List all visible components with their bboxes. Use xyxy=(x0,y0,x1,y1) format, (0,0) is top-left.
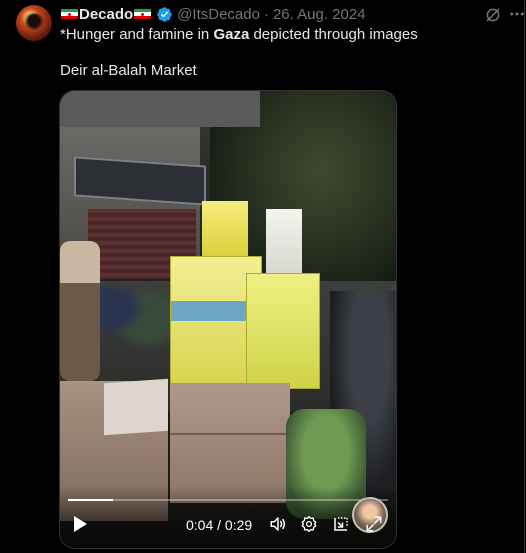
video-scene-box xyxy=(246,273,320,389)
author-name[interactable]: Decado xyxy=(79,6,133,23)
tweet-text-part: depicted through images xyxy=(249,26,418,43)
separator-dot: · xyxy=(263,5,269,23)
video-scene-box xyxy=(266,209,302,273)
video-scene-carton xyxy=(104,378,168,436)
tweet-text-location: Deir al-Balah Market xyxy=(60,62,197,79)
tweet-card[interactable]: Decado @ItsDecado · 26. Aug. 2024 *Hunge… xyxy=(0,0,525,553)
fullscreen-icon[interactable] xyxy=(365,515,383,533)
video-frame[interactable] xyxy=(60,91,396,548)
video-scene-person xyxy=(60,241,100,381)
video-progress-fill xyxy=(68,499,113,501)
more-icon[interactable] xyxy=(508,4,526,24)
play-icon[interactable] xyxy=(72,515,88,533)
video-scene-box xyxy=(202,201,248,259)
video-progress-bar[interactable] xyxy=(68,499,388,501)
video-scene-awning xyxy=(60,91,260,127)
tweet-text-bold: Gaza xyxy=(213,26,250,43)
settings-icon[interactable] xyxy=(300,515,318,533)
video-scene-carton xyxy=(170,383,290,503)
video-time: 0:04 / 0:29 xyxy=(186,517,253,533)
iran-flag-icon xyxy=(61,8,78,20)
video-player[interactable]: 0:04 / 0:29 xyxy=(59,90,397,549)
tweet-header: Decado @ItsDecado · 26. Aug. 2024 xyxy=(60,4,484,24)
tweet-text-part: *Hunger and famine in xyxy=(60,26,214,43)
author-avatar[interactable] xyxy=(16,5,52,41)
grok-icon[interactable] xyxy=(484,6,502,24)
volume-icon[interactable] xyxy=(268,515,288,533)
dock-video-icon[interactable] xyxy=(332,515,350,533)
verified-badge-icon xyxy=(157,6,172,22)
tweet-date[interactable]: 26. Aug. 2024 xyxy=(273,6,366,23)
tweet-text: *Hunger and famine in Gaza depicted thro… xyxy=(60,26,418,43)
iran-flag-icon xyxy=(134,8,152,20)
author-handle[interactable]: @ItsDecado xyxy=(177,6,260,23)
